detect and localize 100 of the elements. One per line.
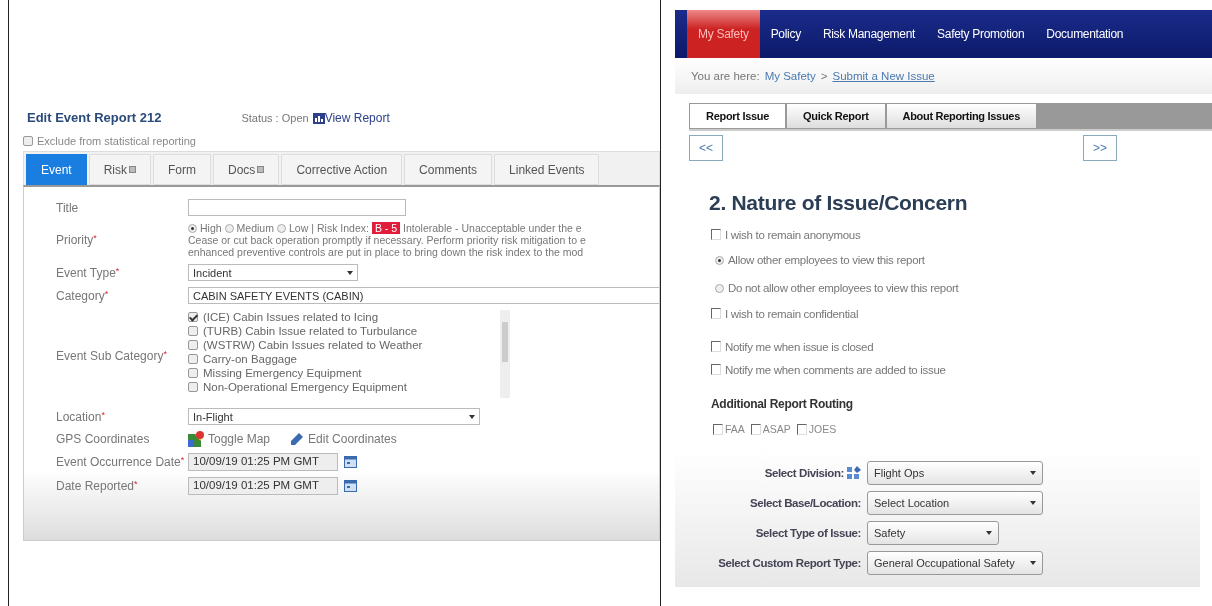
- required-mark: *: [134, 479, 138, 489]
- page-title: Edit Event Report 212: [27, 110, 162, 125]
- radio-label: Low: [288, 222, 309, 234]
- required-mark: *: [93, 233, 97, 243]
- checkbox[interactable]: [188, 382, 198, 392]
- radio-button[interactable]: [188, 223, 197, 233]
- checkbox-label: Missing Emergency Equipment: [203, 367, 362, 379]
- checkbox[interactable]: [711, 341, 721, 352]
- nav-item[interactable]: Risk Management: [811, 10, 927, 58]
- tab[interactable]: Quick Report: [786, 103, 886, 129]
- dropdown[interactable]: Safety: [867, 521, 999, 545]
- checkbox[interactable]: [188, 368, 198, 378]
- checkbox-label: JOES: [808, 423, 837, 435]
- checkbox[interactable]: [750, 423, 761, 435]
- field-label: Category: [56, 288, 105, 303]
- dropdown[interactable]: Incident: [188, 264, 358, 281]
- checkbox[interactable]: [188, 326, 198, 336]
- field-label: GPS Coordinates: [56, 432, 150, 446]
- dropdown[interactable]: In-Flight: [188, 408, 480, 425]
- checkbox-label: (TURB) Cabin Issue related to Turbulance: [203, 325, 418, 337]
- risk-index-label: Risk Index:: [316, 222, 369, 234]
- tab[interactable]: Docs: [213, 154, 280, 185]
- checkbox[interactable]: [796, 423, 807, 435]
- tab[interactable]: About Reporting Issues: [885, 103, 1037, 129]
- nav-item[interactable]: Policy: [759, 10, 812, 58]
- caret-icon: [1030, 501, 1036, 505]
- checkbox[interactable]: [188, 354, 198, 364]
- map-pin-icon: [188, 431, 204, 447]
- toggle-map-link[interactable]: Toggle Map: [188, 431, 271, 447]
- separator-text: |: [311, 222, 314, 234]
- checkbox[interactable]: [711, 364, 721, 375]
- calendar-icon: [344, 480, 357, 492]
- checkbox-label: (WSTRW) Cabin Issues related to Weather: [203, 339, 423, 351]
- radio-label: High: [200, 222, 222, 234]
- category-field[interactable]: CABIN SAFETY EVENTS (CABIN): [188, 287, 659, 304]
- tab[interactable]: Form: [153, 154, 212, 185]
- radio-label: Medium: [236, 222, 274, 234]
- caret-icon: [1030, 561, 1036, 565]
- dropdown[interactable]: General Occupational Safety: [867, 551, 1043, 575]
- checkbox-label: I wish to remain confidential: [725, 307, 859, 320]
- radio-label: Do not allow other employees to view this report: [728, 282, 959, 294]
- tab[interactable]: Corrective Action: [281, 154, 403, 185]
- tab[interactable]: Comments: [404, 154, 493, 185]
- nav-item[interactable]: Documentation: [1035, 10, 1135, 58]
- checkbox[interactable]: [713, 423, 723, 435]
- checkbox-label: Carry-on Baggage: [203, 353, 297, 365]
- field-label: Title: [56, 200, 79, 215]
- edit-coordinates-link[interactable]: Edit Coordinates: [290, 432, 397, 446]
- field-label: Event Type: [56, 265, 116, 280]
- required-mark: *: [163, 349, 167, 359]
- view-report-link[interactable]: View Report: [312, 111, 390, 125]
- scrollbar[interactable]: [500, 310, 510, 398]
- checkbox-label: ASAP: [762, 423, 791, 435]
- radio-button[interactable]: [276, 223, 286, 233]
- tab[interactable]: Report Issue: [689, 103, 787, 129]
- pencil-icon: [290, 432, 305, 446]
- checkbox[interactable]: [188, 312, 198, 322]
- radio-button[interactable]: [224, 223, 234, 233]
- risk-description: Cease or cut back operation promptly if necessary. Perform priority risk mitigation to e: [188, 234, 587, 246]
- checkbox-label: FAA: [725, 423, 745, 435]
- tab[interactable]: Risk: [88, 154, 152, 185]
- field-label: Select Type of Issue:: [755, 527, 861, 539]
- breadcrumb-separator: >: [820, 70, 828, 82]
- radio-button[interactable]: [715, 283, 724, 293]
- caret-icon: [986, 531, 992, 535]
- breadcrumb-link[interactable]: My Safety: [764, 70, 816, 82]
- dropdown[interactable]: Select Location: [867, 491, 1043, 515]
- required-mark: *: [101, 409, 105, 420]
- tab[interactable]: Event: [26, 154, 87, 185]
- required-mark: *: [115, 265, 120, 276]
- caret-icon: [1030, 471, 1036, 475]
- date-field[interactable]: 10/09/19 01:25 PM GMT: [188, 453, 338, 471]
- checkbox-label: Exclude from statistical reporting: [37, 135, 196, 147]
- section-subheading: Additional Report Routing: [711, 397, 854, 411]
- nav-item[interactable]: My Safety: [687, 10, 760, 58]
- breadcrumb-current[interactable]: Submit a New Issue: [832, 70, 935, 82]
- previous-button[interactable]: <<: [689, 135, 723, 161]
- checkbox[interactable]: [711, 308, 721, 319]
- checkbox[interactable]: [188, 340, 198, 350]
- checkbox-label: Notify me when comments are added to issue: [725, 363, 946, 376]
- caret-icon: [347, 270, 353, 275]
- field-label: Select Division:: [764, 467, 844, 479]
- required-mark: *: [180, 455, 185, 465]
- required-mark: *: [104, 288, 109, 299]
- risk-description: Intolerable - Unacceptable under the e: [403, 222, 582, 234]
- tab[interactable]: Linked Events: [494, 154, 600, 185]
- dropdown[interactable]: Flight Ops: [867, 461, 1043, 485]
- title-field[interactable]: [188, 199, 406, 216]
- checkbox-label: (ICE) Cabin Issues related to Icing: [203, 311, 379, 323]
- field-label: Location: [56, 409, 102, 424]
- nav-item[interactable]: Safety Promotion: [926, 10, 1036, 58]
- checkbox-label: Notify me when issue is closed: [725, 340, 874, 353]
- date-field[interactable]: 10/09/19 01:25 PM GMT: [188, 477, 338, 495]
- checkbox[interactable]: [23, 136, 33, 146]
- field-label: Select Base/Location:: [749, 497, 861, 509]
- field-label: Priority: [56, 233, 94, 247]
- risk-description: enhanced preventive controls are put in place to bring down the risk index to the mod: [188, 246, 585, 258]
- next-button[interactable]: >>: [1083, 135, 1117, 161]
- checkbox[interactable]: [711, 229, 721, 240]
- radio-button[interactable]: [715, 255, 724, 265]
